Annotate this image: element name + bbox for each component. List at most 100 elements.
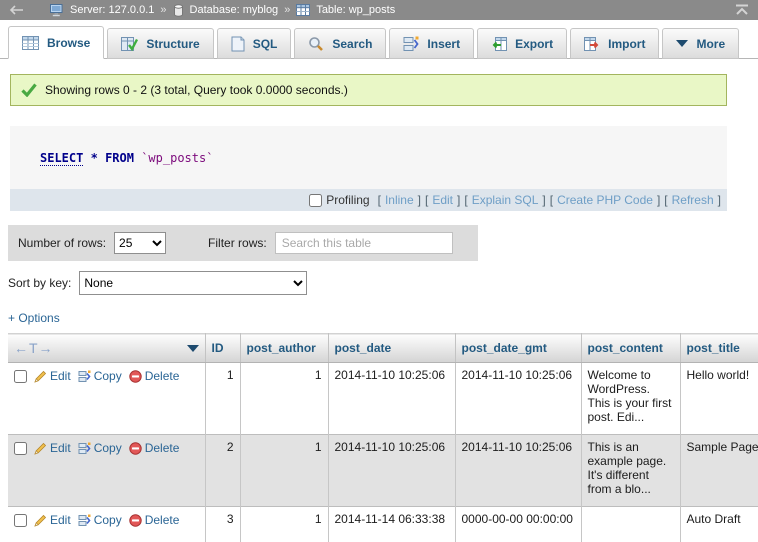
number-of-rows-select[interactable]: 25 — [114, 232, 166, 254]
cell-post-date: 2014-11-10 10:25:06 — [328, 363, 455, 435]
cell-post-date-gmt: 2014-11-10 10:25:06 — [455, 363, 581, 435]
breadcrumb-separator: » — [160, 4, 166, 16]
delete-link[interactable]: Delete — [129, 369, 180, 383]
pencil-icon — [34, 514, 47, 527]
table-header-row: ←T→ ID post_author post_date post_date_g… — [8, 334, 758, 363]
refresh-link[interactable]: Refresh — [672, 193, 714, 207]
copy-link[interactable]: Copy — [78, 513, 122, 527]
edit-link[interactable]: Edit — [34, 369, 71, 383]
cell-post-content — [581, 507, 680, 542]
browse-icon — [22, 36, 39, 50]
tab-label: More — [696, 37, 725, 51]
cell-post-author: 1 — [240, 363, 328, 435]
column-header-post-date-gmt[interactable]: post_date_gmt — [455, 334, 581, 363]
column-header-post-author[interactable]: post_author — [240, 334, 328, 363]
table-row: Edit Copy Delete 1 1 2014-11-10 10:25:06… — [8, 363, 758, 435]
tab-export[interactable]: Export — [477, 28, 567, 59]
export-icon — [491, 37, 507, 51]
breadcrumb-server[interactable]: Server: 127.0.0.1 — [70, 4, 154, 16]
cell-post-content: This is an example page. It's different … — [581, 435, 680, 507]
cell-post-title: Hello world! — [680, 363, 758, 435]
column-actions-dropdown-icon[interactable] — [187, 345, 199, 352]
delete-icon — [129, 370, 142, 383]
create-php-code-link[interactable]: Create PHP Code — [557, 193, 653, 207]
search-icon — [308, 36, 324, 52]
bracket: ] — [542, 193, 545, 207]
bracket: [ — [378, 193, 381, 207]
row-actions-header-arrows: ←T→ — [14, 340, 54, 356]
sql-footer-bar: Profiling [ Inline ] [ Edit ] [ Explain … — [10, 189, 727, 211]
delete-label: Delete — [145, 441, 180, 455]
column-header-actions: ←T→ — [8, 334, 205, 363]
cell-post-title: Auto Draft — [680, 507, 758, 542]
tab-more[interactable]: More — [662, 28, 739, 59]
tab-browse[interactable]: Browse — [8, 26, 104, 59]
column-header-post-content[interactable]: post_content — [581, 334, 680, 363]
status-message: Showing rows 0 - 2 (3 total, Query took … — [10, 74, 727, 106]
delete-link[interactable]: Delete — [129, 513, 180, 527]
inline-link[interactable]: Inline — [385, 193, 414, 207]
tab-structure[interactable]: Structure — [107, 28, 213, 59]
sort-row: Sort by key: None — [8, 271, 758, 295]
column-header-id[interactable]: ID — [205, 334, 240, 363]
sql-icon — [231, 36, 245, 52]
column-header-post-title[interactable]: post_title — [680, 334, 758, 363]
sql-table-identifier: `wp_posts` — [141, 151, 213, 165]
copy-label: Copy — [94, 441, 122, 455]
profiling-label: Profiling — [326, 193, 369, 207]
sort-by-key-select[interactable]: None — [79, 271, 307, 295]
row-select-checkbox[interactable] — [14, 514, 27, 527]
pencil-icon — [34, 370, 47, 383]
breadcrumb-separator: » — [284, 4, 290, 16]
row-actions-cell: Edit Copy Delete — [8, 435, 205, 507]
sql-keyword-select[interactable]: SELECT — [40, 151, 83, 166]
tab-import[interactable]: Import — [570, 28, 659, 59]
tab-label: Insert — [427, 37, 460, 51]
back-icon[interactable] — [8, 5, 24, 15]
cell-post-title: Sample Page — [680, 435, 758, 507]
filter-rows-label: Filter rows: — [208, 236, 267, 250]
tab-label: Export — [515, 37, 553, 51]
edit-link[interactable]: Edit — [34, 513, 71, 527]
status-text: Showing rows 0 - 2 (3 total, Query took … — [45, 83, 348, 97]
results-table: ←T→ ID post_author post_date post_date_g… — [8, 333, 758, 542]
explain-sql-link[interactable]: Explain SQL — [472, 193, 539, 207]
edit-query-link[interactable]: Edit — [432, 193, 453, 207]
copy-link[interactable]: Copy — [78, 441, 122, 455]
copy-label: Copy — [94, 369, 122, 383]
tab-search[interactable]: Search — [294, 28, 386, 59]
sql-query-text: SELECT * FROM `wp_posts` — [10, 126, 727, 189]
row-select-checkbox[interactable] — [14, 442, 27, 455]
cell-id: 1 — [205, 363, 240, 435]
column-header-post-date[interactable]: post_date — [328, 334, 455, 363]
breadcrumb-table[interactable]: Table: wp_posts — [316, 4, 395, 16]
profiling-checkbox[interactable] — [309, 194, 322, 207]
tab-sql[interactable]: SQL — [217, 28, 292, 59]
breadcrumb-database[interactable]: Database: myblog — [190, 4, 279, 16]
tab-insert[interactable]: Insert — [389, 28, 474, 59]
collapse-icon[interactable] — [734, 4, 750, 16]
sql-query-box: SELECT * FROM `wp_posts` Profiling [ Inl… — [10, 126, 727, 211]
row-select-checkbox[interactable] — [14, 370, 27, 383]
edit-link[interactable]: Edit — [34, 441, 71, 455]
cell-id: 3 — [205, 507, 240, 542]
cell-post-date-gmt: 2014-11-10 10:25:06 — [455, 435, 581, 507]
options-toggle-link[interactable]: + Options — [8, 311, 60, 325]
delete-icon — [129, 514, 142, 527]
copy-link[interactable]: Copy — [78, 369, 122, 383]
tab-label: Import — [608, 37, 645, 51]
check-icon — [21, 83, 37, 97]
copy-label: Copy — [94, 513, 122, 527]
cell-id: 2 — [205, 435, 240, 507]
tab-label: Search — [332, 37, 372, 51]
structure-icon — [121, 37, 138, 51]
insert-icon — [403, 36, 419, 52]
table-icon — [296, 4, 310, 16]
delete-icon — [129, 442, 142, 455]
cell-post-date: 2014-11-14 06:33:38 — [328, 507, 455, 542]
pencil-icon — [34, 442, 47, 455]
phpmyadmin-screen: Server: 127.0.0.1 » Database: myblog » T… — [0, 0, 758, 542]
table-row: Edit Copy Delete 2 1 2014-11-10 10:25:06… — [8, 435, 758, 507]
delete-link[interactable]: Delete — [129, 441, 180, 455]
filter-search-input[interactable] — [275, 232, 453, 254]
